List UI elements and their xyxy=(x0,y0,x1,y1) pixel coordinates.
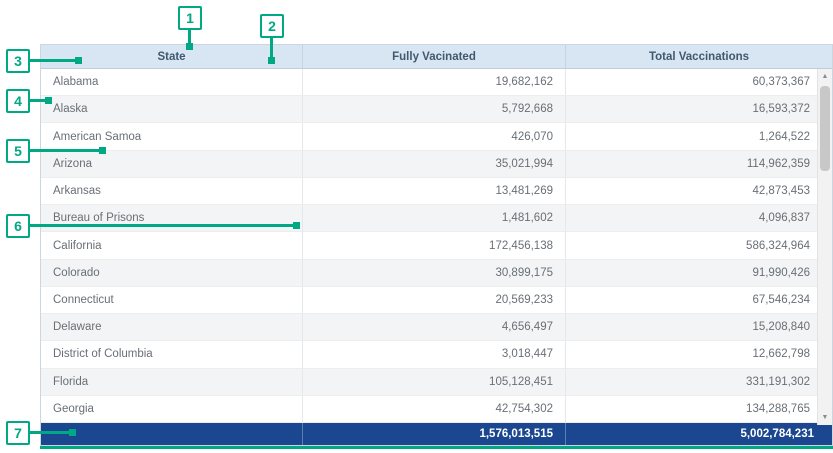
total-vaccinations-cell: 1,264,522 xyxy=(566,123,832,149)
annotation-marker-3: 3 xyxy=(6,49,30,73)
table-row[interactable]: Arizona 35,021,994 114,962,359 xyxy=(41,151,832,178)
column-header-total-vaccinations[interactable]: Total Vaccinations xyxy=(566,45,832,68)
table-row[interactable]: Arkansas 13,481,269 42,873,453 xyxy=(41,178,832,205)
state-cell: Georgia xyxy=(41,396,303,422)
table-total-row: 1,576,013,515 5,002,784,231 xyxy=(41,423,832,445)
state-cell: California xyxy=(41,232,303,258)
total-vaccinations-cell: 586,324,964 xyxy=(566,232,832,258)
total-row-state-cell xyxy=(41,423,303,445)
total-vaccinations-cell: 67,546,234 xyxy=(566,287,832,313)
state-cell: Arkansas xyxy=(41,178,303,204)
table-row[interactable]: Colorado 30,899,175 91,990,426 xyxy=(41,260,832,287)
state-cell: Alaska xyxy=(41,96,303,122)
scroll-down-button[interactable]: ▼ xyxy=(818,410,832,425)
state-vaccination-table: State Fully Vacinated Total Vaccinations… xyxy=(40,44,833,446)
annotation-marker-7: 7 xyxy=(6,421,30,445)
annotation-endpoint-3 xyxy=(75,57,82,64)
state-cell: Alabama xyxy=(41,69,303,95)
total-row-highlight-line xyxy=(40,446,833,449)
table-row[interactable]: Connecticut 20,569,233 67,546,234 xyxy=(41,287,832,314)
total-row-fully-vaccinated-cell: 1,576,013,515 xyxy=(303,423,566,445)
annotation-endpoint-4 xyxy=(45,97,52,104)
table-row[interactable]: Florida 105,128,451 331,191,302 xyxy=(41,369,832,396)
state-cell: Florida xyxy=(41,369,303,395)
annotation-marker-2: 2 xyxy=(260,14,284,38)
fully-vaccinated-cell: 1,481,602 xyxy=(303,205,566,231)
total-vaccinations-cell: 114,962,359 xyxy=(566,151,832,177)
annotation-connector-3 xyxy=(30,59,78,62)
total-row-total-vaccinations-cell: 5,002,784,231 xyxy=(566,423,832,445)
fully-vaccinated-cell: 42,754,302 xyxy=(303,396,566,422)
table-row[interactable]: California 172,456,138 586,324,964 xyxy=(41,232,832,259)
table-row[interactable]: District of Columbia 3,018,447 12,662,79… xyxy=(41,341,832,368)
scroll-up-button[interactable]: ▲ xyxy=(818,69,832,84)
total-vaccinations-cell: 60,373,367 xyxy=(566,69,832,95)
fully-vaccinated-cell: 105,128,451 xyxy=(303,369,566,395)
annotation-marker-6: 6 xyxy=(6,214,30,238)
state-cell: District of Columbia xyxy=(41,341,303,367)
table-row[interactable]: Bureau of Prisons 1,481,602 4,096,837 xyxy=(41,205,832,232)
total-vaccinations-cell: 91,990,426 xyxy=(566,260,832,286)
table-row[interactable]: Georgia 42,754,302 134,288,765 xyxy=(41,396,832,423)
total-vaccinations-cell: 16,593,372 xyxy=(566,96,832,122)
table-header-row: State Fully Vacinated Total Vaccinations xyxy=(41,45,832,69)
annotation-connector-5 xyxy=(30,149,102,152)
screenshot-root: State Fully Vacinated Total Vaccinations… xyxy=(0,0,833,453)
fully-vaccinated-cell: 5,792,668 xyxy=(303,96,566,122)
annotation-marker-5: 5 xyxy=(6,139,30,163)
fully-vaccinated-cell: 3,018,447 xyxy=(303,341,566,367)
annotation-endpoint-1 xyxy=(186,43,193,50)
fully-vaccinated-cell: 30,899,175 xyxy=(303,260,566,286)
scroll-down-icon: ▼ xyxy=(822,414,829,421)
fully-vaccinated-cell: 4,656,497 xyxy=(303,314,566,340)
fully-vaccinated-cell: 35,021,994 xyxy=(303,151,566,177)
state-cell: Colorado xyxy=(41,260,303,286)
state-cell: Delaware xyxy=(41,314,303,340)
table-body: Alabama 19,682,162 60,373,367 Alaska 5,7… xyxy=(41,69,832,423)
annotation-endpoint-7 xyxy=(69,429,76,436)
annotation-connector-2 xyxy=(270,38,273,58)
table-row[interactable]: American Samoa 426,070 1,264,522 xyxy=(41,123,832,150)
state-cell: Connecticut xyxy=(41,287,303,313)
total-vaccinations-cell: 15,208,840 xyxy=(566,314,832,340)
table-row[interactable]: Alabama 19,682,162 60,373,367 xyxy=(41,69,832,96)
fully-vaccinated-cell: 13,481,269 xyxy=(303,178,566,204)
total-vaccinations-cell: 134,288,765 xyxy=(566,396,832,422)
total-vaccinations-cell: 4,096,837 xyxy=(566,205,832,231)
state-cell: Bureau of Prisons xyxy=(41,205,303,231)
fully-vaccinated-cell: 20,569,233 xyxy=(303,287,566,313)
annotation-connector-7 xyxy=(30,431,72,434)
annotation-endpoint-2 xyxy=(268,57,275,64)
fully-vaccinated-cell: 19,682,162 xyxy=(303,69,566,95)
total-vaccinations-cell: 12,662,798 xyxy=(566,341,832,367)
state-cell: Arizona xyxy=(41,151,303,177)
annotation-connector-6 xyxy=(30,224,296,227)
annotation-endpoint-6 xyxy=(293,222,300,229)
fully-vaccinated-cell: 172,456,138 xyxy=(303,232,566,258)
table-row[interactable]: Alaska 5,792,668 16,593,372 xyxy=(41,96,832,123)
total-vaccinations-cell: 331,191,302 xyxy=(566,369,832,395)
column-header-fully-vaccinated[interactable]: Fully Vacinated xyxy=(303,45,566,68)
scroll-up-icon: ▲ xyxy=(822,73,829,80)
scrollbar-thumb[interactable] xyxy=(820,86,830,171)
total-vaccinations-cell: 42,873,453 xyxy=(566,178,832,204)
annotation-marker-1: 1 xyxy=(178,6,202,30)
table-row[interactable]: Delaware 4,656,497 15,208,840 xyxy=(41,314,832,341)
vertical-scrollbar[interactable]: ▲ ▼ xyxy=(817,69,832,425)
fully-vaccinated-cell: 426,070 xyxy=(303,123,566,149)
state-cell: American Samoa xyxy=(41,123,303,149)
annotation-marker-4: 4 xyxy=(6,89,30,113)
annotation-endpoint-5 xyxy=(99,147,106,154)
